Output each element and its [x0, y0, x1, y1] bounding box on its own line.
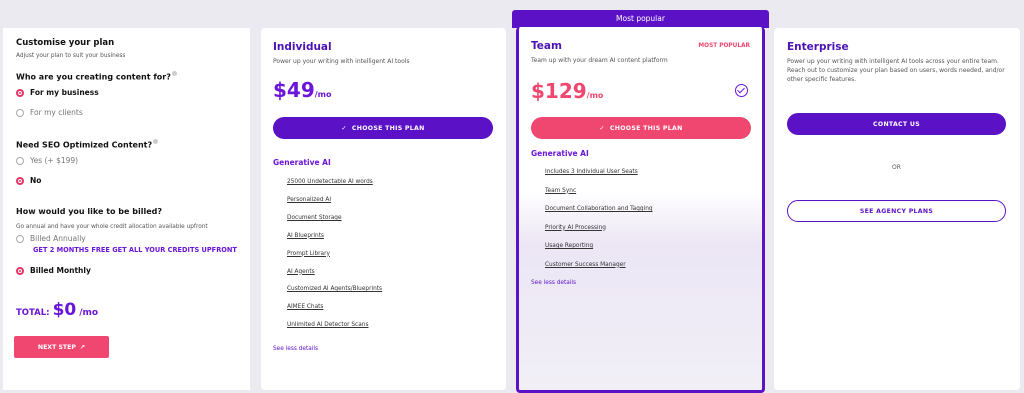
customise-subtitle: Adjust your plan to suit your business [16, 53, 126, 59]
audience-question: Who are you creating content for? [16, 71, 177, 82]
feature-item[interactable]: Document Storage [287, 215, 342, 221]
feature-item[interactable]: Team Sync [545, 188, 576, 194]
radio-selected-icon[interactable] [16, 266, 24, 275]
plan-subtitle: Power up your writing with intelligent A… [273, 58, 410, 65]
feature-item[interactable]: Unlimited AI Detector Scans [287, 322, 369, 328]
most-popular-banner: Most popular [512, 10, 769, 28]
total-price: TOTAL: $0 /mo [16, 300, 98, 320]
section-heading: Generative AI [531, 149, 589, 158]
team-plan-card: Team MOST POPULAR Team up with your drea… [516, 27, 765, 393]
billing-subtitle: Go annual and have your whole credit all… [16, 224, 208, 230]
audience-option-business[interactable]: For my business [16, 88, 99, 97]
seo-question: Need SEO Optimized Content? [16, 139, 159, 150]
feature-item[interactable]: Priority AI Processing [545, 225, 606, 231]
see-less-link[interactable]: See less details [273, 346, 318, 352]
feature-item[interactable]: Document Collaboration and Tagging [545, 206, 653, 212]
feature-item[interactable]: Includes 3 Individual User Seats [545, 169, 638, 175]
total-unit: /mo [79, 308, 99, 318]
radio-icon[interactable] [16, 108, 24, 117]
help-icon[interactable] [153, 139, 159, 144]
arrow-up-right-icon: ↗ [79, 343, 86, 351]
radio-selected-icon[interactable] [16, 88, 24, 97]
or-divider: OR [892, 164, 901, 171]
annual-promo: GET 2 MONTHS FREE GET ALL YOUR CREDITS U… [33, 246, 237, 254]
plan-title: Enterprise [787, 41, 849, 53]
radio-icon[interactable] [16, 156, 24, 165]
see-agency-plans-button[interactable]: SEE AGENCY PLANS [787, 200, 1006, 222]
feature-item[interactable]: 25000 Undetectable AI words [287, 179, 373, 185]
customise-panel: Customise your plan Adjust your plan to … [3, 28, 250, 390]
check-icon: ✓ [599, 124, 605, 132]
choose-individual-button[interactable]: ✓ CHOOSE THIS PLAN [273, 117, 493, 139]
feature-item[interactable]: Customized AI Agents/Blueprints [287, 286, 382, 292]
check-icon: ✓ [341, 124, 347, 132]
total-amount: $0 [52, 300, 77, 320]
individual-plan-card: Individual Power up your writing with in… [261, 28, 506, 390]
audience-option-clients[interactable]: For my clients [16, 108, 83, 117]
seo-option-no[interactable]: No [16, 176, 41, 185]
most-popular-tag: MOST POPULAR [698, 43, 750, 49]
feature-item[interactable]: AI Agents [287, 269, 315, 275]
feature-item[interactable]: Prompt Library [287, 251, 330, 257]
feature-item[interactable]: Customer Success Manager [545, 262, 626, 268]
feature-item[interactable]: Personalized AI [287, 197, 331, 203]
contact-us-button[interactable]: CONTACT US [787, 113, 1006, 135]
radio-selected-icon[interactable] [16, 176, 24, 185]
plan-subtitle: Team up with your dream AI content platf… [531, 57, 668, 64]
total-label: TOTAL: [16, 308, 50, 318]
radio-icon[interactable] [16, 234, 24, 243]
feature-item[interactable]: Usage Reporting [545, 243, 593, 249]
enterprise-plan-card: Enterprise Power up your writing with in… [774, 28, 1020, 390]
plan-subtitle: Power up your writing with intelligent A… [787, 58, 1005, 83]
plan-price: $129/mo [531, 79, 604, 103]
seo-option-yes[interactable]: Yes (+ $199) [16, 156, 78, 165]
next-step-button[interactable]: NEXT STEP ↗ [14, 336, 109, 358]
plan-title: Team [531, 40, 562, 52]
feature-item[interactable]: AIMEE Chats [287, 304, 323, 310]
choose-team-button[interactable]: ✓ CHOOSE THIS PLAN [531, 117, 751, 139]
feature-item[interactable]: AI Blueprints [287, 233, 324, 239]
selected-check-icon [735, 84, 748, 97]
billing-question: How would you like to be billed? [16, 207, 162, 216]
help-icon[interactable] [171, 71, 177, 76]
section-heading: Generative AI [273, 158, 331, 167]
billing-option-monthly[interactable]: Billed Monthly [16, 266, 91, 275]
plan-title: Individual [273, 41, 332, 53]
plan-price: $49/mo [273, 78, 332, 102]
see-less-link[interactable]: See less details [531, 280, 576, 286]
billing-option-annual[interactable]: Billed Annually [16, 234, 86, 243]
customise-title: Customise your plan [16, 38, 115, 48]
